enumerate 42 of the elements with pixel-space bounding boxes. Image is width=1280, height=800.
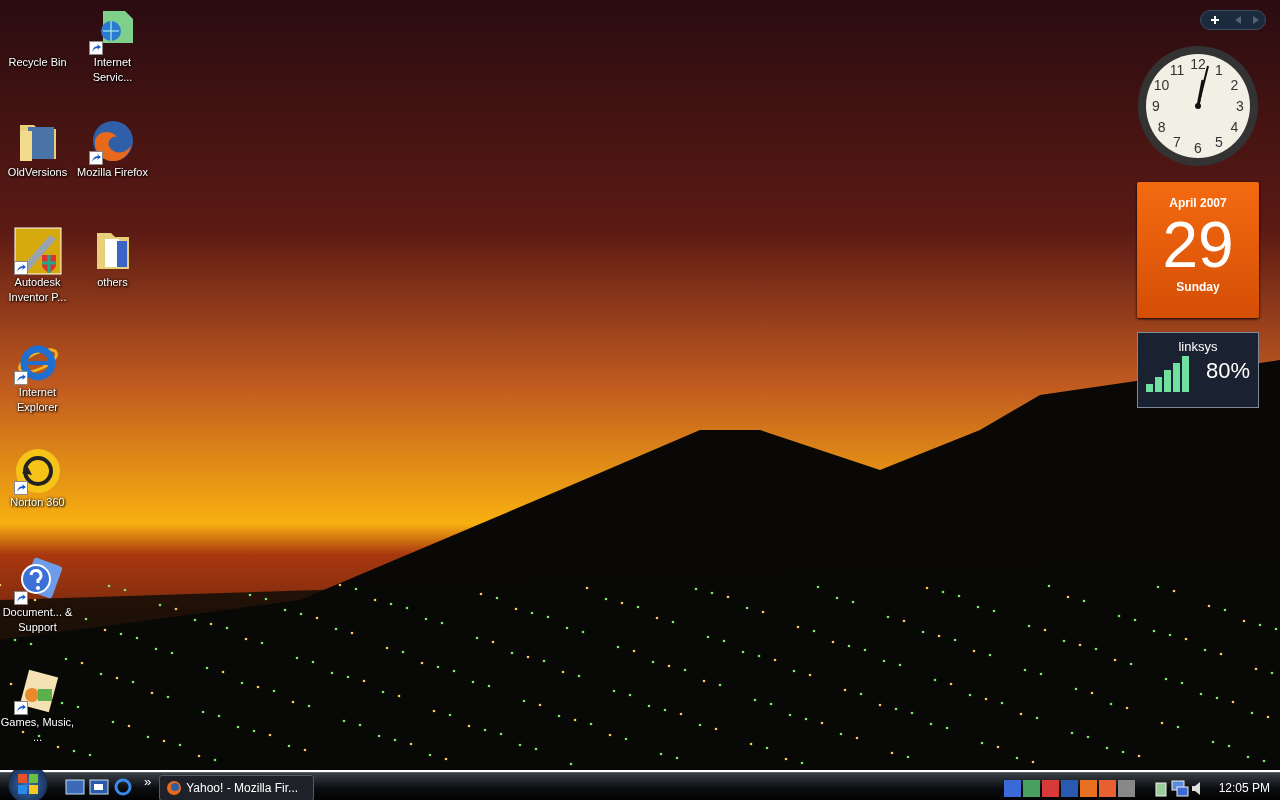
clock-numeral: 9 [1152,98,1160,114]
clock-numeral: 1 [1215,61,1223,78]
signal-strength: 80% [1205,358,1250,384]
desktop-icon-label[interactable]: Internet Explorer [0,385,75,415]
clock-numeral: 11 [1169,61,1185,78]
clock-numeral: 7 [1173,134,1181,151]
desktop-icon-label[interactable]: others [75,275,150,290]
tray-icon[interactable] [1022,779,1040,797]
signal-bars-icon [1145,354,1192,392]
clock-numeral: 8 [1157,119,1166,135]
taskbar-clock[interactable]: 12:05 PM [1218,781,1270,795]
desktop-icon-label[interactable]: Recycle Bin [0,55,75,70]
tray-icon[interactable] [1117,779,1135,797]
desktop-icon-label[interactable]: Autodesk Inventor P... [0,275,75,305]
tray-icon[interactable] [1098,779,1116,797]
desktop-icon-label[interactable]: OldVersions [0,165,75,180]
clock-numeral: 10 [1153,77,1170,93]
desktop-icon-label[interactable]: Mozilla Firefox [75,165,150,180]
clock-numeral: 5 [1215,134,1223,151]
more-button[interactable]: » [136,774,160,789]
installer-shield-icon [13,227,62,275]
network-icon[interactable] [1170,779,1189,797]
power-plug-icon[interactable] [1152,779,1169,797]
tray-icon[interactable] [1079,779,1097,797]
desktop-icon-label[interactable]: Games, Music, ... [0,715,75,745]
norton-icon [13,447,62,495]
clock-numeral: 6 [1194,140,1202,156]
tray-icon[interactable] [1003,779,1021,797]
desktop-icon-label[interactable]: Internet Servic... [75,55,150,85]
network-name: linksys [1178,339,1218,354]
tray-icon[interactable] [1041,779,1059,797]
calendar-weekday: Sunday [1176,280,1220,294]
clock-numeral: 3 [1236,98,1244,114]
calendar-month: April 2007 [1169,196,1227,210]
windows-logo-icon [18,774,38,794]
clock-numeral: 2 [1230,77,1239,93]
task-button[interactable]: Yahoo! - Mozilla Fir... [159,775,315,800]
clock-numeral: 4 [1230,119,1239,135]
calendar-day: 29 [1162,210,1234,280]
tray-icon[interactable] [1060,779,1078,797]
clock-numeral: 12 [1190,56,1206,72]
desktop-icon-label[interactable]: Document... & Support [0,605,75,635]
